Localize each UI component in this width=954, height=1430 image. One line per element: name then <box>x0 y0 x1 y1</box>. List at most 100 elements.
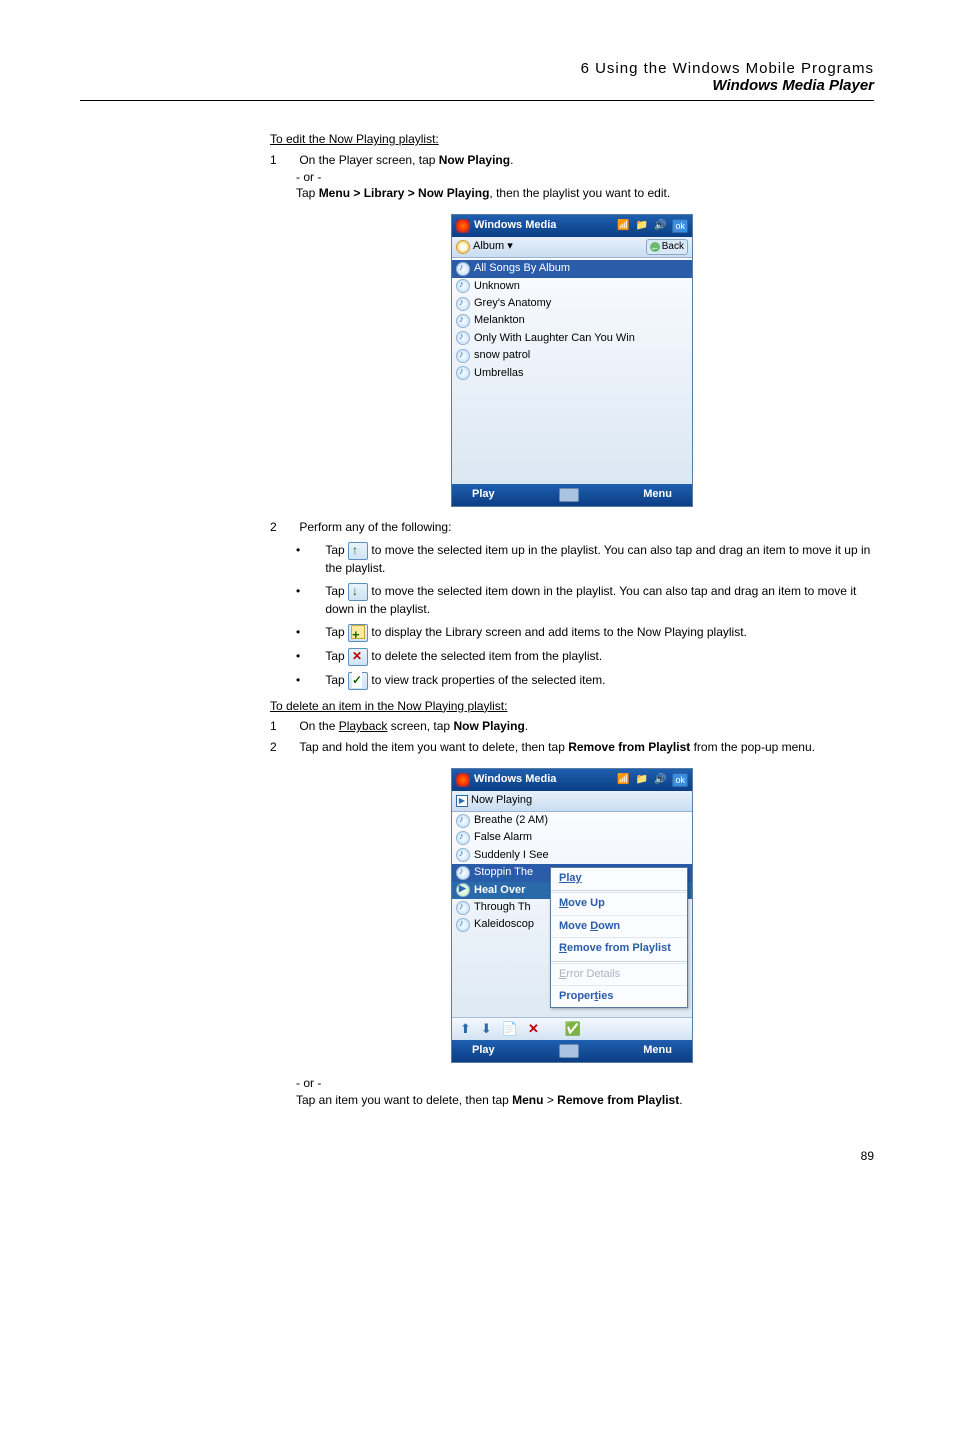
page-number: 89 <box>80 1149 874 1163</box>
main-content: To edit the Now Playing playlist: 1 On t… <box>270 131 874 1109</box>
track-row[interactable]: Breathe (2 AM) <box>452 812 692 829</box>
note-icon <box>456 848 470 862</box>
track-label: False Alarm <box>474 830 532 845</box>
shot2-titlebar: Windows Media 📶 📁 🔊 ok <box>452 769 692 791</box>
step-1-tail: . <box>510 153 513 167</box>
delete-icon[interactable] <box>348 648 368 666</box>
menu-remove-r: emove from Playlist <box>567 942 671 954</box>
now-playing-toolbar: ⬆ ⬇ 📄 ✕ ✅ <box>452 1017 692 1040</box>
back-button[interactable]: ← Back <box>646 239 688 255</box>
tb-library-icon[interactable]: 📄 <box>502 1020 518 1038</box>
note-icon <box>456 814 470 828</box>
menu-movedown-pre: Move <box>559 920 590 932</box>
album-item[interactable]: snow patrol <box>452 347 692 364</box>
wmp-logo-icon <box>456 773 470 787</box>
menu-remove[interactable]: Remove from Playlist <box>551 937 687 959</box>
ok-button[interactable]: ok <box>672 219 688 234</box>
bullet-lib: • Tap to display the Library screen and … <box>296 624 874 642</box>
album-item[interactable]: Melankton <box>452 312 692 329</box>
wmp-logo-icon <box>456 219 470 233</box>
note-icon <box>456 279 470 293</box>
note-icon <box>456 366 470 380</box>
bullet-down-pre: Tap <box>325 584 348 598</box>
playback-link: Playback <box>339 719 388 733</box>
menu-error-r: rror Details <box>566 968 620 980</box>
play-softkey[interactable]: Play <box>472 1043 495 1058</box>
s2-step-2-pre: Tap and hold the item you want to delete… <box>299 740 568 754</box>
tail-mid: > <box>543 1093 557 1107</box>
tb-properties-icon[interactable]: ✅ <box>565 1020 581 1038</box>
keyboard-icon[interactable] <box>559 488 579 502</box>
album-item[interactable]: Unknown <box>452 278 692 295</box>
now-playing-icon: ▶ <box>456 795 468 807</box>
section-title-delete: To delete an item in the Now Playing pla… <box>270 698 874 715</box>
play-softkey[interactable]: Play <box>472 487 495 502</box>
album-item-label: Grey's Anatomy <box>474 296 551 311</box>
menu-move-down[interactable]: Move Down <box>551 915 687 937</box>
track-label: Suddenly I See <box>474 848 549 863</box>
note-icon <box>456 901 470 915</box>
note-icon <box>456 918 470 932</box>
s2-step-1-pre: On the <box>299 719 338 733</box>
step-1b-bold: Menu > Library > Now Playing <box>319 186 490 200</box>
s2-step-2-bold: Remove from Playlist <box>568 740 690 754</box>
track-row[interactable]: Suddenly I See <box>452 847 692 864</box>
library-add-icon[interactable] <box>348 624 368 642</box>
chevron-down-icon: ▾ <box>507 240 513 252</box>
step-1-body: On the Player screen, tap Now Playing. <box>299 152 873 169</box>
or-2: - or - <box>296 1075 874 1092</box>
bullet-lib-pre: Tap <box>325 625 348 639</box>
note-icon <box>456 831 470 845</box>
bullet-del-post: to delete the selected item from the pla… <box>368 649 602 663</box>
shot2-subbar: ▶ Now Playing <box>452 791 692 812</box>
menu-properties[interactable]: Properties <box>551 985 687 1007</box>
menu-softkey[interactable]: Menu <box>643 487 672 502</box>
s2-step-1: 1 On the Playback screen, tap Now Playin… <box>270 718 874 735</box>
bullet-dot: • <box>296 583 322 600</box>
now-playing-label[interactable]: Now Playing <box>471 793 532 808</box>
album-item[interactable]: Grey's Anatomy <box>452 295 692 312</box>
shot1-title: Windows Media <box>474 218 556 233</box>
album-item-label: Unknown <box>474 279 520 294</box>
tb-delete-icon[interactable]: ✕ <box>528 1020 539 1038</box>
tail-pre: Tap an item you want to delete, then tap <box>296 1093 512 1107</box>
playing-icon <box>456 883 470 897</box>
tb-move-up-icon[interactable]: ⬆ <box>460 1020 471 1038</box>
step-1-bold: Now Playing <box>439 153 510 167</box>
album-item[interactable]: Only With Laughter Can You Win <box>452 330 692 347</box>
menu-move-up[interactable]: Move Up <box>551 892 687 914</box>
folder-icon: 📁 <box>636 773 648 787</box>
move-down-icon[interactable] <box>348 583 368 601</box>
ok-button[interactable]: ok <box>672 773 688 788</box>
album-dropdown[interactable]: Album ▾ <box>473 239 513 254</box>
folder-icon: 📁 <box>636 219 648 233</box>
back-label: Back <box>662 240 684 254</box>
screenshot-now-playing: Windows Media 📶 📁 🔊 ok ▶ Now Playing Bre… <box>451 768 693 1063</box>
step-2-num: 2 <box>270 519 296 536</box>
s2-step-2: 2 Tap and hold the item you want to dele… <box>270 739 874 756</box>
note-icon <box>456 349 470 363</box>
step-1: 1 On the Player screen, tap Now Playing. <box>270 152 874 169</box>
shot2-footer: Play Menu <box>452 1040 692 1062</box>
screenshot-library: Windows Media 📶 📁 🔊 ok Album ▾ ← Back <box>451 214 693 507</box>
step-1b-pre: Tap <box>296 186 319 200</box>
menu-play[interactable]: Play <box>551 868 687 889</box>
album-item-label: Umbrellas <box>474 366 524 381</box>
back-arrow-icon: ← <box>650 242 660 252</box>
keyboard-icon[interactable] <box>559 1044 579 1058</box>
properties-icon[interactable] <box>348 672 368 690</box>
tb-move-down-icon[interactable]: ⬇ <box>481 1020 492 1038</box>
note-icon <box>456 314 470 328</box>
step-1-pre: On the Player screen, tap <box>299 153 438 167</box>
menu-softkey[interactable]: Menu <box>643 1043 672 1058</box>
menu-moveup-r: ove Up <box>568 897 605 909</box>
album-item[interactable]: Umbrellas <box>452 365 692 382</box>
album-item-selected[interactable]: All Songs By Album <box>452 260 692 277</box>
volume-icon: 🔊 <box>654 219 666 233</box>
track-label: Heal Over <box>474 883 525 898</box>
track-label: Kaleidoscop <box>474 917 534 932</box>
bullet-up-pre: Tap <box>325 543 348 557</box>
move-up-icon[interactable] <box>348 542 368 560</box>
menu-play-label: Play <box>559 872 582 884</box>
track-row[interactable]: False Alarm <box>452 829 692 846</box>
